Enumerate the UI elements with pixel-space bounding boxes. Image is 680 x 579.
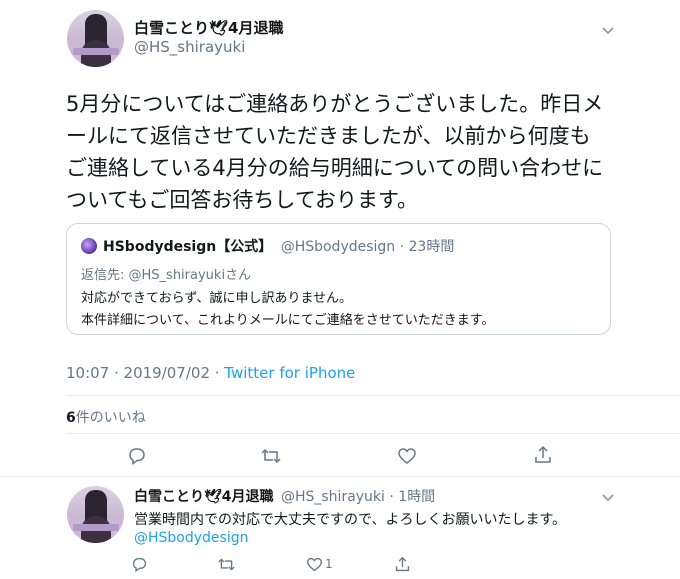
quoted-reply-to: 返信先: @HS_shirayukiさん [81,264,251,283]
user-handle[interactable]: @HS_shirayuki [134,38,245,56]
tweet-text: 5月分についてはご連絡ありがとうございました。昨日メ ールにて返信させていただき… [66,88,603,216]
retweet-icon[interactable] [260,446,282,466]
likes-count: 6 [66,410,76,426]
tweet-text-line: ールにて返信させていただきましたが、以前から何度も [66,124,591,148]
divider [66,395,680,396]
quoted-handle-time: @HSbodydesign · 23時間 [280,239,455,255]
quoted-display-name: HSbodydesign【公式】 [103,239,273,255]
quoted-avatar [81,238,97,254]
reply-display-name[interactable]: 白雪ことり🕊4月退職 [134,489,274,505]
share-icon[interactable] [394,556,411,573]
reply-like-count: 1 [325,557,333,571]
quoted-tweet[interactable]: HSbodydesign【公式】 @HSbodydesign · 23時間 返信… [66,223,611,335]
share-icon[interactable] [533,445,553,465]
tweet-timestamp: 10:07 · 2019/07/02 · Twitter for iPhone [66,364,355,382]
reply-text: 営業時間内での対応で大丈夫ですので、よろしくお願いいたします。 [134,512,567,528]
reply-to-handle[interactable]: @HS_shirayuki [129,268,226,283]
likes-count-row[interactable]: 6件のいいね [66,407,146,427]
retweet-icon[interactable] [217,556,236,573]
reply-icon[interactable] [127,446,147,466]
tweet-text-line: ご連絡している4月分の給与明細についての問い合わせに [66,156,604,180]
reply-icon[interactable] [131,556,148,573]
tweet-text-line: 5月分についてはご連絡ありがとうございました。昨日メ [66,92,604,116]
reply-to-prefix: 返信先: [81,268,129,283]
reply-mention-link[interactable]: @HSbodydesign [134,530,248,546]
chevron-down-icon[interactable] [600,22,616,38]
avatar[interactable] [67,10,124,67]
reply-header: 白雪ことり🕊4月退職 @HS_shirayuki · 1時間 [134,486,435,506]
display-name[interactable]: 白雪ことり🕊4月退職 [134,17,283,38]
chevron-down-icon[interactable] [600,489,616,505]
divider [66,433,680,434]
reply-avatar[interactable] [67,486,124,543]
reply-handle-time[interactable]: @HS_shirayuki · 1時間 [281,489,435,505]
quoted-text-line: 本件詳細について、これよりメールにてご連絡をさせていただきます。 [81,313,495,328]
likes-label: 件のいいね [75,410,146,426]
quoted-text-line: 対応ができておらず、誠に申し訳ありません。 [81,291,353,306]
reply-to-suffix: さん [225,268,252,283]
like-icon[interactable] [397,446,417,466]
timestamp-text: 10:07 · 2019/07/02 · [66,364,225,382]
divider [0,476,680,477]
source-link[interactable]: Twitter for iPhone [224,364,355,382]
like-icon[interactable] [306,556,323,573]
tweet-text-line: ついてもご回答お待ちしております。 [66,188,418,212]
quoted-header: HSbodydesign【公式】 @HSbodydesign · 23時間 [103,236,454,256]
quoted-text: 対応ができておらず、誠に申し訳ありません。 本件詳細について、これよりメールにて… [81,288,494,332]
